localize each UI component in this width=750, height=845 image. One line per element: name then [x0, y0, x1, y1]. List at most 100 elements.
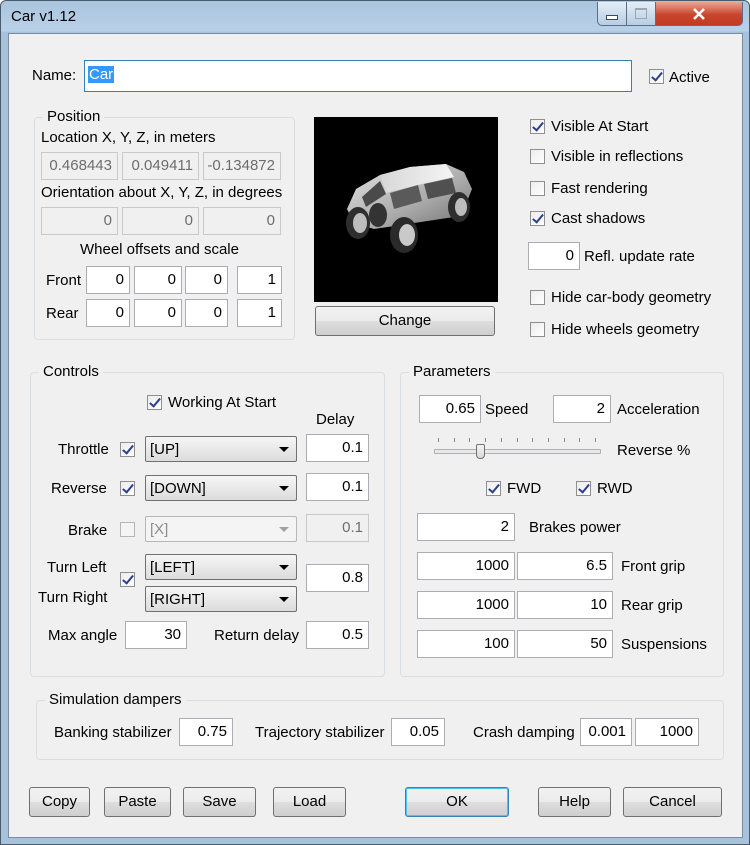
visible-at-start-checkbox[interactable]: [530, 119, 545, 134]
suspensions-field-2[interactable]: 50: [517, 630, 613, 658]
speed-field[interactable]: 0.65: [419, 395, 481, 423]
slider-tick: [579, 438, 580, 442]
hide-wheels-checkbox[interactable]: [530, 322, 545, 337]
cast-shadows-checkbox[interactable]: [530, 211, 545, 226]
rwd-label: RWD: [597, 480, 633, 497]
brake-key-select[interactable]: [X]: [145, 516, 297, 542]
active-checkbox[interactable]: [649, 69, 664, 84]
brakes-power-field[interactable]: 2: [417, 513, 515, 541]
banking-stabilizer-label: Banking stabilizer: [54, 724, 172, 741]
hide-car-body-checkbox[interactable]: [530, 290, 545, 305]
rear-grip-label: Rear grip: [621, 597, 683, 614]
cast-shadows-label: Cast shadows: [551, 210, 646, 227]
banking-stabilizer-field[interactable]: 0.75: [179, 718, 233, 746]
chevron-down-icon: [279, 447, 289, 452]
ok-button[interactable]: OK: [405, 787, 509, 817]
save-button[interactable]: Save: [183, 787, 256, 817]
load-button[interactable]: Load: [273, 787, 346, 817]
delay-header: Delay: [316, 411, 355, 428]
slider-tick: [517, 438, 518, 442]
rear-offset-x-field[interactable]: 0: [86, 299, 130, 327]
throttle-delay-field[interactable]: 0.1: [306, 434, 369, 462]
acceleration-field[interactable]: 2: [553, 395, 611, 423]
brake-delay-field[interactable]: 0.1: [306, 514, 369, 542]
reverse-checkbox[interactable]: [120, 481, 135, 496]
front-grip-label: Front grip: [621, 558, 686, 575]
suspensions-field-1[interactable]: 100: [417, 630, 515, 658]
brake-label: Brake: [68, 522, 108, 539]
crash-damping-field-1[interactable]: 0.001: [580, 718, 632, 746]
name-input[interactable]: Car: [84, 60, 632, 92]
rear-offset-z-field[interactable]: 0: [185, 299, 228, 327]
brake-checkbox[interactable]: [120, 522, 135, 537]
front-offset-y-field[interactable]: 0: [134, 266, 182, 294]
reverse-percent-slider[interactable]: [434, 434, 601, 462]
hide-car-body-label: Hide car-body geometry: [551, 289, 712, 306]
window-title: Car v1.12: [11, 8, 77, 25]
throttle-checkbox[interactable]: [120, 442, 135, 457]
slider-tick: [595, 438, 596, 442]
refl-update-rate-label: Refl. update rate: [584, 248, 695, 265]
reverse-delay-field[interactable]: 0.1: [306, 473, 369, 501]
title-bar[interactable]: Car v1.12: [1, 1, 749, 33]
turn-delay-field[interactable]: 0.8: [306, 564, 369, 592]
dialog-client: Name: Car Active Position Location X, Y,…: [8, 33, 743, 838]
location-x-field[interactable]: 0.468443: [41, 152, 118, 180]
slider-thumb[interactable]: [476, 444, 485, 459]
front-label: Front: [46, 272, 82, 289]
reverse-key-select[interactable]: [DOWN]: [145, 475, 297, 501]
max-angle-field[interactable]: 30: [125, 621, 187, 649]
turn-left-key-select[interactable]: [LEFT]: [145, 554, 297, 580]
maximize-button[interactable]: [626, 2, 656, 26]
fast-rendering-checkbox[interactable]: [530, 181, 545, 196]
visible-in-reflections-checkbox[interactable]: [530, 149, 545, 164]
slider-tick: [438, 438, 439, 442]
fwd-checkbox[interactable]: [486, 481, 501, 496]
front-offset-x-field[interactable]: 0: [86, 266, 130, 294]
front-offset-z-field[interactable]: 0: [185, 266, 228, 294]
wheel-offsets-label: Wheel offsets and scale: [80, 241, 239, 258]
location-z-field[interactable]: -0.134872: [203, 152, 281, 180]
fast-rendering-label: Fast rendering: [551, 180, 648, 197]
minimize-button[interactable]: [597, 2, 627, 26]
rear-grip-field-1[interactable]: 1000: [417, 591, 515, 619]
orientation-y-field[interactable]: 0: [122, 207, 199, 235]
turn-checkbox[interactable]: [120, 572, 135, 587]
refl-update-rate-field[interactable]: 0: [528, 242, 580, 270]
rear-grip-field-2[interactable]: 10: [517, 591, 613, 619]
orientation-x-field[interactable]: 0: [41, 207, 118, 235]
working-at-start-checkbox[interactable]: [147, 395, 162, 410]
location-y-field[interactable]: 0.049411: [122, 152, 199, 180]
visible-in-reflections-label: Visible in reflections: [551, 148, 684, 165]
close-button[interactable]: [655, 2, 743, 26]
rear-scale-field[interactable]: 1: [237, 299, 282, 327]
change-button[interactable]: Change: [315, 306, 495, 336]
slider-tick: [469, 438, 470, 442]
crash-damping-label: Crash damping: [473, 724, 575, 741]
name-label: Name:: [32, 67, 77, 84]
front-grip-field-2[interactable]: 6.5: [517, 552, 613, 580]
rear-offset-y-field[interactable]: 0: [134, 299, 182, 327]
front-grip-field-1[interactable]: 1000: [417, 552, 515, 580]
orientation-z-field[interactable]: 0: [203, 207, 281, 235]
suspensions-label: Suspensions: [621, 636, 707, 653]
brake-key-value: [X]: [150, 521, 169, 538]
front-scale-field[interactable]: 1: [237, 266, 282, 294]
reverse-label: Reverse: [51, 480, 107, 497]
throttle-key-select[interactable]: [UP]: [145, 436, 297, 462]
turn-right-label: Turn Right: [38, 589, 108, 606]
slider-tick: [501, 438, 502, 442]
slider-tick: [532, 438, 533, 442]
paste-button[interactable]: Paste: [104, 787, 171, 817]
crash-damping-field-2[interactable]: 1000: [635, 718, 699, 746]
return-delay-field[interactable]: 0.5: [306, 621, 369, 649]
close-icon: [693, 7, 705, 20]
return-delay-label: Return delay: [214, 627, 300, 644]
rwd-checkbox[interactable]: [576, 481, 591, 496]
help-button[interactable]: Help: [538, 787, 611, 817]
slider-tick: [454, 438, 455, 442]
trajectory-stabilizer-field[interactable]: 0.05: [391, 718, 445, 746]
copy-button[interactable]: Copy: [29, 787, 90, 817]
turn-right-key-select[interactable]: [RIGHT]: [145, 586, 297, 612]
cancel-button[interactable]: Cancel: [623, 787, 722, 817]
